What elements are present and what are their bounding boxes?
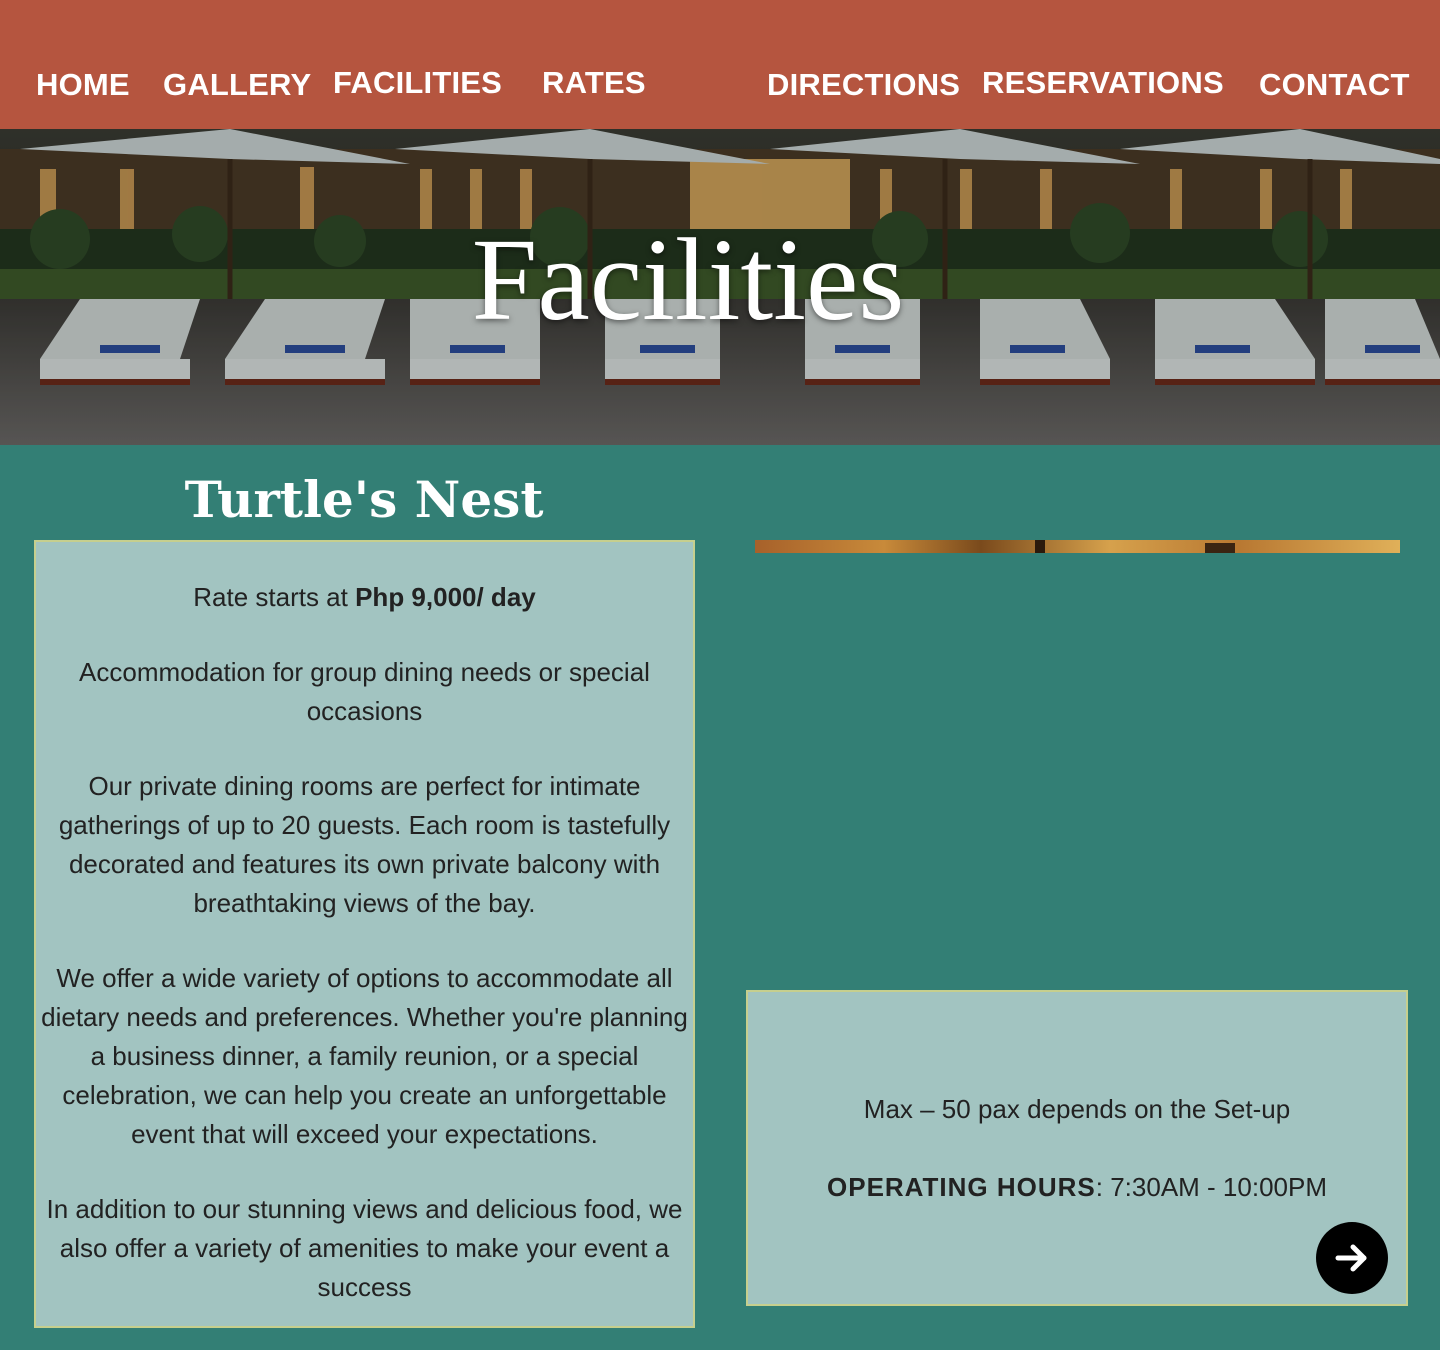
nav-gallery-link[interactable]: GALLERY — [163, 67, 311, 103]
capacity-text: Max – 50 pax depends on the Set-up — [863, 1094, 1291, 1124]
facility-paragraph-2: We offer a wide variety of options to ac… — [41, 963, 688, 1149]
facility-title: Turtle's Nest — [184, 470, 544, 529]
rate-line: Rate starts at Php 9,000/ day — [36, 578, 693, 617]
hero-banner: Facilities — [0, 129, 1440, 445]
nav-directions-link[interactable]: DIRECTIONS — [767, 67, 960, 103]
nav-reservations-link[interactable]: RESERVATIONS — [982, 65, 1224, 101]
arrow-right-icon — [1335, 1244, 1367, 1272]
operating-hours: OPERATING HOURS: 7:30AM - 10:00PM — [748, 1168, 1406, 1207]
nav-rates-link[interactable]: RATES — [542, 65, 646, 101]
facility-info-card: Max – 50 pax depends on the Set-up OPERA… — [746, 990, 1408, 1306]
page-title: Facilities — [471, 214, 905, 345]
operating-hours-label: OPERATING HOURS — [827, 1172, 1096, 1202]
facility-summary: Accommodation for group dining needs or … — [79, 657, 650, 726]
rate-prefix: Rate starts at — [193, 582, 356, 612]
nav-home-link[interactable]: HOME — [36, 67, 130, 103]
facility-image — [755, 540, 1400, 553]
nav-facilities-link[interactable]: FACILITIES — [333, 65, 502, 101]
facility-paragraph-1: Our private dining rooms are perfect for… — [58, 771, 671, 918]
facility-description-card: Rate starts at Php 9,000/ day Accommodat… — [34, 540, 695, 1328]
nav-contact-link[interactable]: CONTACT — [1259, 67, 1410, 103]
rate-value: Php 9,000/ day — [355, 582, 536, 612]
image-detail — [1205, 543, 1235, 553]
top-nav: HOME GALLERY FACILITIES RATES DIRECTIONS… — [0, 0, 1440, 129]
image-detail — [1035, 540, 1045, 553]
operating-hours-value: : 7:30AM - 10:00PM — [1095, 1172, 1327, 1202]
next-button[interactable] — [1316, 1222, 1388, 1294]
facility-paragraph-3: In addition to our stunning views and de… — [46, 1194, 683, 1302]
